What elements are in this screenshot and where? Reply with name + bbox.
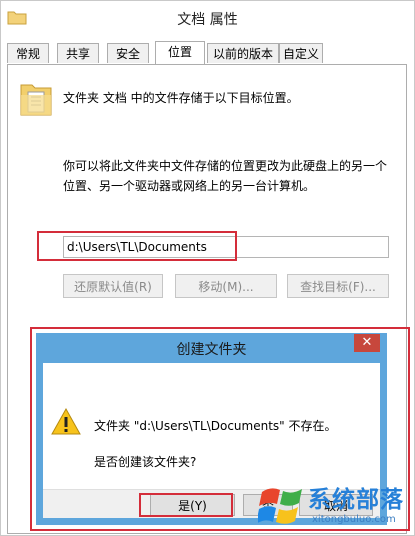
tab-sharing[interactable]: 共享 bbox=[57, 43, 99, 63]
tab-general[interactable]: 常规 bbox=[7, 43, 49, 63]
tab-security[interactable]: 安全 bbox=[107, 43, 149, 63]
close-icon[interactable]: ✕ bbox=[354, 334, 380, 352]
warning-icon bbox=[51, 408, 81, 435]
move-button[interactable]: 移动(M)... bbox=[175, 274, 277, 298]
watermark-brand: 系统部落 bbox=[308, 487, 404, 513]
dialog-message: 文件夹 "d:\Users\TL\Documents" 不存在。 bbox=[94, 419, 337, 433]
location-info: 你可以将此文件夹中文件存储的位置更改为此硬盘上的另一个 位置、另一个驱动器或网络… bbox=[63, 156, 403, 196]
location-description: 文件夹 文档 中的文件存储于以下目标位置。 bbox=[63, 91, 299, 105]
yes-button[interactable]: 是(Y) bbox=[150, 494, 235, 516]
tab-location[interactable]: 位置 bbox=[155, 41, 205, 64]
location-path-input[interactable] bbox=[63, 236, 389, 258]
window-title: 文档 属性 bbox=[177, 12, 238, 28]
windows-logo-icon bbox=[258, 488, 302, 524]
info-line-1: 你可以将此文件夹中文件存储的位置更改为此硬盘上的另一个 bbox=[63, 159, 388, 173]
document-folder-icon bbox=[20, 84, 52, 116]
find-target-button[interactable]: 查找目标(F)... bbox=[287, 274, 389, 298]
watermark-url: xitongbuluo.com bbox=[312, 514, 396, 525]
info-line-2: 位置、另一个驱动器或网络上的另一台计算机。 bbox=[63, 179, 316, 193]
dialog-question: 是否创建该文件夹? bbox=[94, 455, 197, 469]
tab-customize[interactable]: 自定义 bbox=[279, 43, 323, 63]
title-bar[interactable]: 文档 属性 bbox=[1, 1, 414, 35]
tab-previous-versions[interactable]: 以前的版本 bbox=[207, 43, 279, 63]
restore-default-button[interactable]: 还原默认值(R) bbox=[63, 274, 163, 298]
dialog-title: 创建文件夹 bbox=[176, 342, 247, 358]
